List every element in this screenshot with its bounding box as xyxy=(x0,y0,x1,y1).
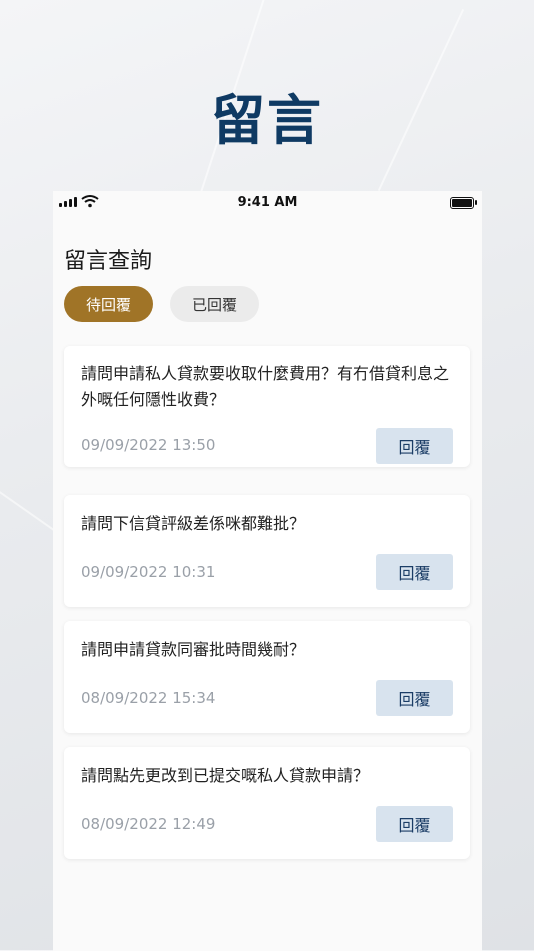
page-title: 留言查詢 xyxy=(64,249,153,274)
reply-button[interactable]: 回覆 xyxy=(376,680,453,716)
message-question: 請問下信貸評級差係咪都難批？ xyxy=(81,514,306,533)
status-time: 9:41 AM xyxy=(237,195,298,210)
reply-button[interactable]: 回覆 xyxy=(376,554,453,590)
message-question: 請問申請私人貸款要收取什麼費用？有冇借貸利息之外嘅任何隱性收費？ xyxy=(81,364,450,409)
reply-button[interactable]: 回覆 xyxy=(376,428,453,464)
tab-pending[interactable]: 待回覆 xyxy=(64,286,153,322)
message-datetime: 09/09/2022 10:31 xyxy=(81,563,216,581)
message-datetime: 08/09/2022 15:34 xyxy=(81,689,216,707)
battery-icon xyxy=(450,197,477,209)
message-card: 請問申請貸款同審批時間幾耐？ 08/09/2022 15:34 回覆 xyxy=(64,621,470,733)
status-bar: 9:41 AM xyxy=(53,191,482,215)
tab-replied[interactable]: 已回覆 xyxy=(170,286,259,322)
message-card: 請問下信貸評級差係咪都難批？ 09/09/2022 10:31 回覆 xyxy=(64,495,470,607)
message-datetime: 09/09/2022 13:50 xyxy=(81,436,216,454)
message-question: 請問點先更改到已提交嘅私人貸款申請？ xyxy=(81,766,370,785)
tab-bar: 待回覆 已回覆 xyxy=(64,286,259,322)
reply-button[interactable]: 回覆 xyxy=(376,806,453,842)
phone-screen: 9:41 AM 留言查詢 待回覆 已回覆 請問申請私人貸款要收取什麼費用？有冇借… xyxy=(53,191,482,951)
background-decoration xyxy=(0,464,61,536)
message-card: 請問申請私人貸款要收取什麼費用？有冇借貸利息之外嘅任何隱性收費？ 09/09/2… xyxy=(64,346,470,467)
promo-title: 留言 xyxy=(211,89,323,152)
message-card: 請問點先更改到已提交嘅私人貸款申請？ 08/09/2022 12:49 回覆 xyxy=(64,747,470,859)
message-datetime: 08/09/2022 12:49 xyxy=(81,815,216,833)
message-question: 請問申請貸款同審批時間幾耐？ xyxy=(81,640,306,659)
